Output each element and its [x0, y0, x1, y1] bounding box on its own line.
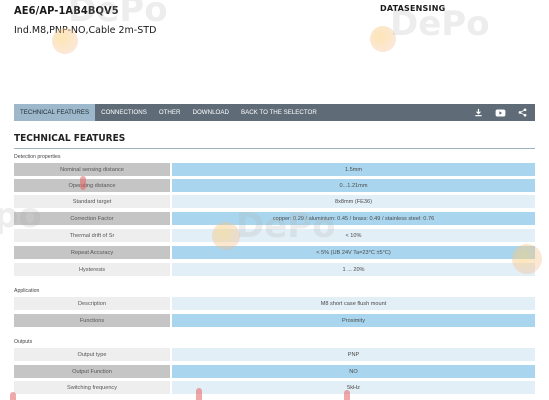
group-title-outputs: Outputs [14, 339, 33, 345]
table-row: Operating distance 0...1.21mm [14, 179, 535, 192]
row-value: NO [172, 365, 535, 378]
table-row: Description M8 short case flush mount [14, 297, 535, 310]
table-row: Output type PNP [14, 348, 535, 361]
table-row: Standard target 8x8mm (FE36) [14, 195, 535, 208]
row-label: Hysteresis [14, 263, 170, 276]
table-row: Correction Factor copper: 0.29 / alumini… [14, 212, 535, 225]
tab-connections[interactable]: CONNECTIONS [95, 104, 153, 121]
tab-back-to-selector[interactable]: BACK TO THE SELECTOR [235, 104, 323, 121]
table-row: Repeat Accuracy < 5% (UB 24V Ta=23°C ±5°… [14, 246, 535, 259]
product-code: AE6/AP-1AB4BQV5 [14, 4, 119, 17]
table-row: Thermal drift of Sr < 10% [14, 229, 535, 242]
row-label: Correction Factor [14, 212, 170, 225]
section-title: TECHNICAL FEATURES [14, 133, 126, 144]
row-label: Standard target [14, 195, 170, 208]
row-value: copper: 0.29 / aluminium: 0.45 / brass: … [172, 212, 535, 225]
video-icon[interactable] [495, 108, 506, 117]
row-label: Thermal drift of Sr [14, 229, 170, 242]
row-value: Proximity [172, 314, 535, 327]
group-title-detection: Detection properties [14, 154, 61, 160]
table-row: Switching frequency 5kHz [14, 381, 535, 394]
download-icon[interactable] [474, 108, 483, 117]
group-title-application: Application [14, 288, 40, 294]
row-value: M8 short case flush mount [172, 297, 535, 310]
tab-download[interactable]: DOWNLOAD [187, 104, 235, 121]
table-row: Output Function NO [14, 365, 535, 378]
tab-other[interactable]: OTHER [153, 104, 187, 121]
row-value: PNP [172, 348, 535, 361]
row-label: Nominal sensing distance [14, 163, 170, 176]
row-label: Description [14, 297, 170, 310]
row-value: 0...1.21mm [172, 179, 535, 192]
share-icon[interactable] [518, 108, 527, 117]
product-header: AE6/AP-1AB4BQV5 Ind.M8,PNP-NO,Cable 2m-S… [14, 0, 535, 60]
row-label: Functions [14, 314, 170, 327]
product-description: Ind.M8,PNP-NO,Cable 2m-STD [14, 25, 157, 36]
row-value: < 10% [172, 229, 535, 242]
feature-navbar: TECHNICAL FEATURES CONNECTIONS OTHER DOW… [14, 104, 535, 121]
section-divider [14, 148, 535, 149]
row-value: < 5% (UB 24V Ta=23°C ±5°C) [172, 246, 535, 259]
tab-technical-features[interactable]: TECHNICAL FEATURES [14, 104, 96, 121]
row-value: 8x8mm (FE36) [172, 195, 535, 208]
row-label: Operating distance [14, 179, 170, 192]
row-value: 5kHz [172, 381, 535, 394]
row-label: Switching frequency [14, 381, 170, 394]
row-value: 1 ... 20% [172, 263, 535, 276]
table-row: Functions Proximity [14, 314, 535, 327]
nav-icon-group [474, 108, 535, 117]
brand-logo: DATASENSING [380, 4, 446, 13]
row-label: Output type [14, 348, 170, 361]
row-label: Repeat Accuracy [14, 246, 170, 259]
row-label: Output Function [14, 365, 170, 378]
row-value: 1.5mm [172, 163, 535, 176]
table-row: Nominal sensing distance 1.5mm [14, 163, 535, 176]
table-row: Hysteresis 1 ... 20% [14, 263, 535, 276]
